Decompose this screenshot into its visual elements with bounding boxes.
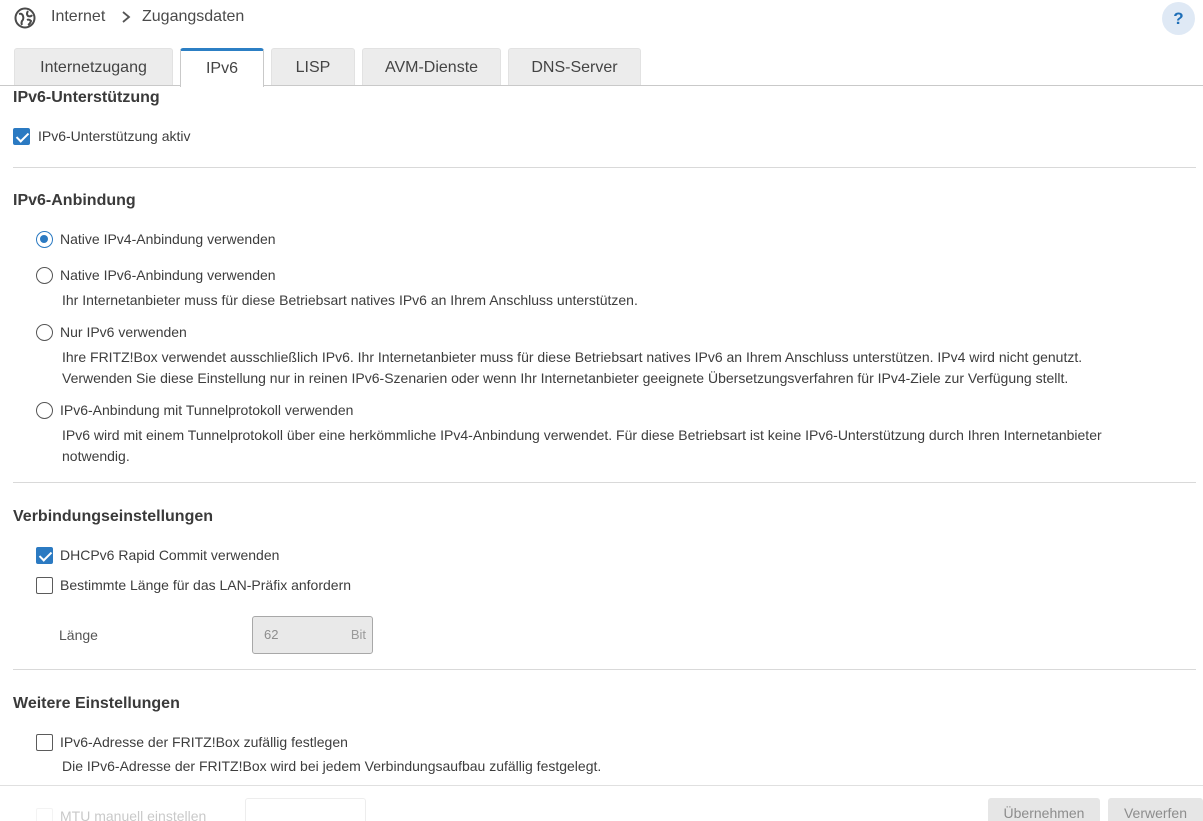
radio-native-ipv6[interactable] — [36, 267, 53, 284]
random-address-checkbox[interactable] — [36, 734, 53, 751]
tab-ipv6[interactable]: IPv6 — [180, 48, 264, 87]
globe-icon — [14, 7, 36, 29]
rapid-commit-label[interactable]: DHCPv6 Rapid Commit verwenden — [60, 547, 279, 563]
desc-tunnel-line2: notwendig. — [62, 448, 130, 464]
section-title-settings: Verbindungseinstellungen — [13, 508, 214, 525]
length-value: 62 — [264, 627, 279, 642]
radio-label-native-ipv4[interactable]: Native IPv4-Anbindung verwenden — [60, 231, 276, 247]
section-title-more: Weitere Einstellungen — [13, 695, 180, 712]
prefix-length-label[interactable]: Bestimmte Länge für das LAN-Präfix anfor… — [60, 577, 351, 593]
radio-label-native-ipv6[interactable]: Native IPv6-Anbindung verwenden — [60, 267, 276, 283]
desc-ipv6-only-line2: Verwenden Sie diese Einstellung nur in r… — [62, 370, 1069, 386]
section-title-connection: IPv6-Anbindung — [13, 192, 136, 209]
mtu-input[interactable] — [245, 798, 366, 821]
random-address-label[interactable]: IPv6-Adresse der FRITZ!Box zufällig fest… — [60, 734, 348, 750]
header: Internet Zugangsdaten ? — [0, 0, 1203, 40]
divider — [13, 482, 1196, 483]
section-title-support: IPv6-Unterstützung — [13, 89, 160, 106]
desc-ipv6-only-line1: Ihre FRITZ!Box verwendet ausschließlich … — [62, 349, 1083, 365]
divider — [13, 167, 1196, 168]
tab-dns-server[interactable]: DNS-Server — [508, 48, 641, 86]
tab-bar: Internetzugang IPv6 LISP AVM-Dienste DNS… — [0, 48, 1203, 87]
radio-ipv6-only[interactable] — [36, 324, 53, 341]
tab-avm-dienste[interactable]: AVM-Dienste — [362, 48, 501, 86]
mtu-label[interactable]: MTU manuell einstellen — [60, 808, 206, 821]
rapid-commit-checkbox[interactable] — [36, 547, 53, 564]
breadcrumb-page-title: Zugangsdaten — [142, 8, 245, 25]
ipv6-support-label[interactable]: IPv6-Unterstützung aktiv — [38, 128, 191, 144]
tab-internetzugang[interactable]: Internetzugang — [14, 48, 173, 86]
desc-tunnel-line1: IPv6 wird mit einem Tunnelprotokoll über… — [62, 427, 1102, 443]
tab-lisp[interactable]: LISP — [271, 48, 355, 86]
desc-native-ipv6: Ihr Internetanbieter muss für diese Betr… — [62, 292, 638, 308]
discard-button[interactable]: Verwerfen — [1108, 798, 1203, 821]
divider — [13, 669, 1196, 670]
length-unit: Bit — [350, 627, 366, 642]
apply-button[interactable]: Übernehmen — [988, 798, 1100, 821]
radio-label-tunnel[interactable]: IPv6-Anbindung mit Tunnelprotokoll verwe… — [60, 402, 353, 418]
radio-tunnel[interactable] — [36, 402, 53, 419]
prefix-length-checkbox[interactable] — [36, 577, 53, 594]
mtu-checkbox[interactable] — [36, 808, 53, 821]
ipv6-support-checkbox[interactable] — [13, 128, 30, 145]
random-address-desc: Die IPv6-Adresse der FRITZ!Box wird bei … — [62, 758, 602, 774]
length-input[interactable]: 62 Bit — [252, 616, 373, 654]
radio-label-ipv6-only[interactable]: Nur IPv6 verwenden — [60, 324, 187, 340]
radio-native-ipv4[interactable] — [36, 231, 53, 248]
breadcrumb-internet[interactable]: Internet — [51, 8, 105, 26]
help-button[interactable]: ? — [1162, 2, 1195, 35]
length-label: Länge — [59, 627, 98, 643]
chevron-right-icon — [122, 11, 131, 23]
